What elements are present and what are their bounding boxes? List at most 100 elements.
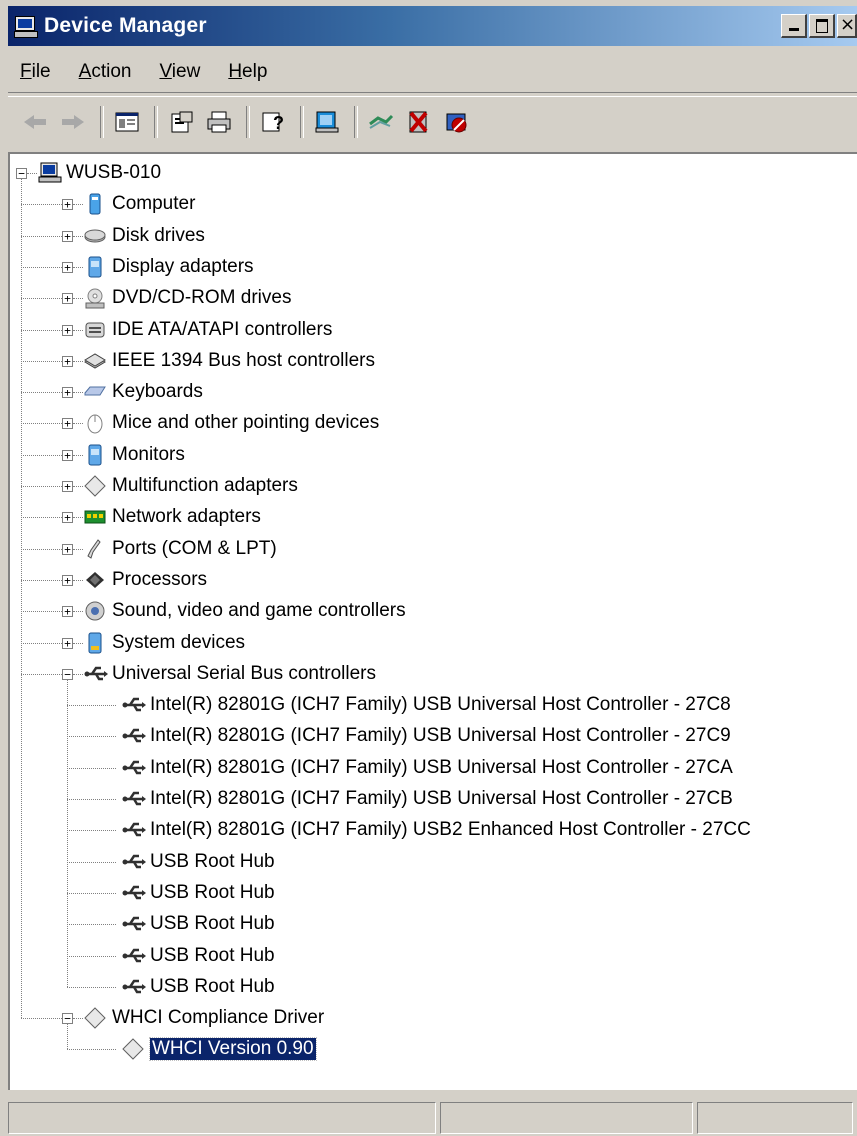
tree-expander-sound-video-and-game-controllers[interactable]: +	[62, 606, 73, 618]
tree-node-label: Sound, video and game controllers	[112, 600, 406, 622]
scan-hardware-icon[interactable]	[310, 105, 344, 139]
tree-connector-line	[73, 548, 83, 551]
tree-connector-line	[73, 642, 83, 645]
tree-device-item[interactable]: Intel(R) 82801G (ICH7 Family) USB Univer…	[122, 721, 731, 751]
tree-root-computer[interactable]: WUSB-010	[38, 158, 161, 188]
tree-expander-multifunction-adapters[interactable]: +	[62, 481, 73, 492]
tree-category-universal-serial-bus-controllers[interactable]: Universal Serial Bus controllers	[84, 659, 376, 689]
tree-connector-line	[73, 235, 83, 238]
update-driver-icon[interactable]	[364, 105, 398, 139]
tree-node-label: WUSB-010	[66, 162, 162, 183]
sound-icon	[84, 600, 106, 622]
tree-category-display-adapters[interactable]: Display adapters	[84, 252, 254, 282]
diamond-icon	[84, 1007, 106, 1029]
usb-icon	[122, 945, 146, 967]
tree-node-label: Disk drives	[112, 224, 205, 246]
dvd-drive-icon	[84, 287, 106, 309]
tree-node-label: USB Root Hub	[150, 881, 275, 903]
tree-node-label: Display adapters	[112, 255, 254, 277]
tree-category-ports-com-lpt-[interactable]: Ports (COM & LPT)	[84, 534, 277, 564]
tree-device-item[interactable]: USB Root Hub	[122, 878, 275, 908]
menu-help[interactable]: Help	[214, 61, 281, 83]
minimize-button[interactable]	[781, 14, 807, 38]
toolbar-separator	[154, 106, 158, 138]
title-bar[interactable]: Device Manager ×	[8, 6, 857, 46]
menu-file[interactable]: File	[8, 61, 65, 83]
device-manager-window: Device Manager × File Action View Help ?…	[0, 0, 857, 1136]
tree-category-disk-drives[interactable]: Disk drives	[84, 221, 205, 251]
tree-device-item[interactable]: Intel(R) 82801G (ICH7 Family) USB Univer…	[122, 690, 731, 720]
tree-connector-line	[73, 454, 83, 457]
tree-node-label: WHCI Compliance Driver	[112, 1007, 325, 1029]
window-controls: ×	[779, 14, 857, 38]
tree-connector-line	[21, 673, 62, 676]
menu-action[interactable]: Action	[65, 61, 146, 83]
uninstall-icon[interactable]	[402, 105, 436, 139]
diamond-icon	[122, 1038, 144, 1061]
tree-node-label: Multifunction adapters	[112, 475, 298, 496]
tree-connector-line	[73, 611, 83, 613]
help-icon[interactable]: ?	[256, 105, 290, 139]
tree-expander-disk-drives[interactable]: +	[62, 230, 73, 242]
menu-view[interactable]: View	[145, 61, 214, 83]
tree-device-item[interactable]: Intel(R) 82801G (ICH7 Family) USB2 Enhan…	[122, 815, 751, 845]
tree-node-label: IEEE 1394 Bus host controllers	[112, 349, 375, 371]
maximize-button[interactable]	[809, 14, 835, 38]
tree-device-item[interactable]: USB Root Hub	[122, 972, 275, 1002]
tree-connector-line	[21, 486, 62, 488]
tree-category-ieee-1394-bus-host-controllers[interactable]: IEEE 1394 Bus host controllers	[84, 346, 375, 376]
disable-icon[interactable]	[440, 105, 474, 139]
tree-expander-universal-serial-bus-controllers[interactable]: −	[62, 668, 73, 680]
tree-category-computer[interactable]: Computer	[84, 189, 195, 219]
tree-category-processors[interactable]: Processors	[84, 565, 207, 595]
tree-device-item[interactable]: USB Root Hub	[122, 941, 275, 971]
ieee1394-icon	[84, 350, 106, 372]
menu-file-label: ile	[31, 61, 51, 82]
tree-expander-ports-com-lpt-[interactable]: +	[62, 543, 73, 555]
tree-expander-computer[interactable]: +	[62, 199, 73, 211]
tree-expander-processors[interactable]: +	[62, 574, 73, 586]
tree-expander-whci-compliance-driver[interactable]: −	[62, 1013, 73, 1025]
forward-arrow-icon[interactable]	[56, 105, 90, 139]
tree-category-keyboards[interactable]: Keyboards	[84, 377, 203, 407]
toolbar: ?	[8, 96, 857, 147]
tree-device-item[interactable]: WHCI Version 0.90	[122, 1034, 317, 1064]
tree-category-network-adapters[interactable]: Network adapters	[84, 502, 261, 532]
tree-node-label: Keyboards	[112, 381, 203, 403]
tree-expander-keyboards[interactable]: +	[62, 387, 73, 399]
tree-device-item[interactable]: USB Root Hub	[122, 909, 275, 939]
menu-view-label: iew	[171, 61, 201, 82]
tree-node-label: IDE ATA/ATAPI controllers	[112, 318, 333, 340]
tree-category-monitors[interactable]: Monitors	[84, 440, 185, 470]
tree-expander-monitors[interactable]: +	[62, 449, 73, 461]
properties-icon[interactable]	[164, 105, 198, 139]
tree-device-item[interactable]: Intel(R) 82801G (ICH7 Family) USB Univer…	[122, 784, 733, 814]
tree-expander-root[interactable]: −	[16, 168, 27, 179]
tree-category-multifunction-adapters[interactable]: Multifunction adapters	[84, 471, 298, 501]
close-button[interactable]: ×	[837, 14, 857, 38]
tree-category-dvd-cd-rom-drives[interactable]: DVD/CD-ROM drives	[84, 283, 291, 313]
tree-category-mice-and-other-pointing-devices[interactable]: Mice and other pointing devices	[84, 408, 379, 438]
usb-icon	[122, 725, 146, 747]
back-arrow-icon[interactable]	[18, 105, 52, 139]
tree-node-label: USB Root Hub	[150, 975, 275, 997]
tree-expander-network-adapters[interactable]: +	[62, 512, 73, 524]
tree-node-label: USB Root Hub	[150, 944, 275, 966]
tree-category-sound-video-and-game-controllers[interactable]: Sound, video and game controllers	[84, 596, 406, 626]
show-hide-console-tree-icon[interactable]	[110, 105, 144, 139]
device-tree[interactable]: − WUSB-010 + Computer + Disk drives + Display a…	[8, 152, 857, 1090]
tree-expander-ieee-1394-bus-host-controllers[interactable]: +	[62, 355, 73, 367]
print-icon[interactable]	[202, 105, 236, 139]
tree-expander-ide-ata-atapi-controllers[interactable]: +	[62, 324, 73, 336]
status-bar	[8, 1102, 857, 1136]
tree-expander-mice-and-other-pointing-devices[interactable]: +	[62, 418, 73, 430]
tree-device-item[interactable]: USB Root Hub	[122, 847, 275, 877]
tree-category-system-devices[interactable]: System devices	[84, 628, 245, 658]
tree-expander-system-devices[interactable]: +	[62, 637, 73, 649]
tree-expander-display-adapters[interactable]: +	[62, 261, 73, 273]
tree-device-item[interactable]: Intel(R) 82801G (ICH7 Family) USB Univer…	[122, 753, 733, 783]
disk-drive-icon	[84, 225, 106, 247]
tree-expander-dvd-cd-rom-drives[interactable]: +	[62, 293, 73, 305]
tree-category-ide-ata-atapi-controllers[interactable]: IDE ATA/ATAPI controllers	[84, 315, 332, 345]
tree-category-whci-compliance-driver[interactable]: WHCI Compliance Driver	[84, 1003, 324, 1033]
